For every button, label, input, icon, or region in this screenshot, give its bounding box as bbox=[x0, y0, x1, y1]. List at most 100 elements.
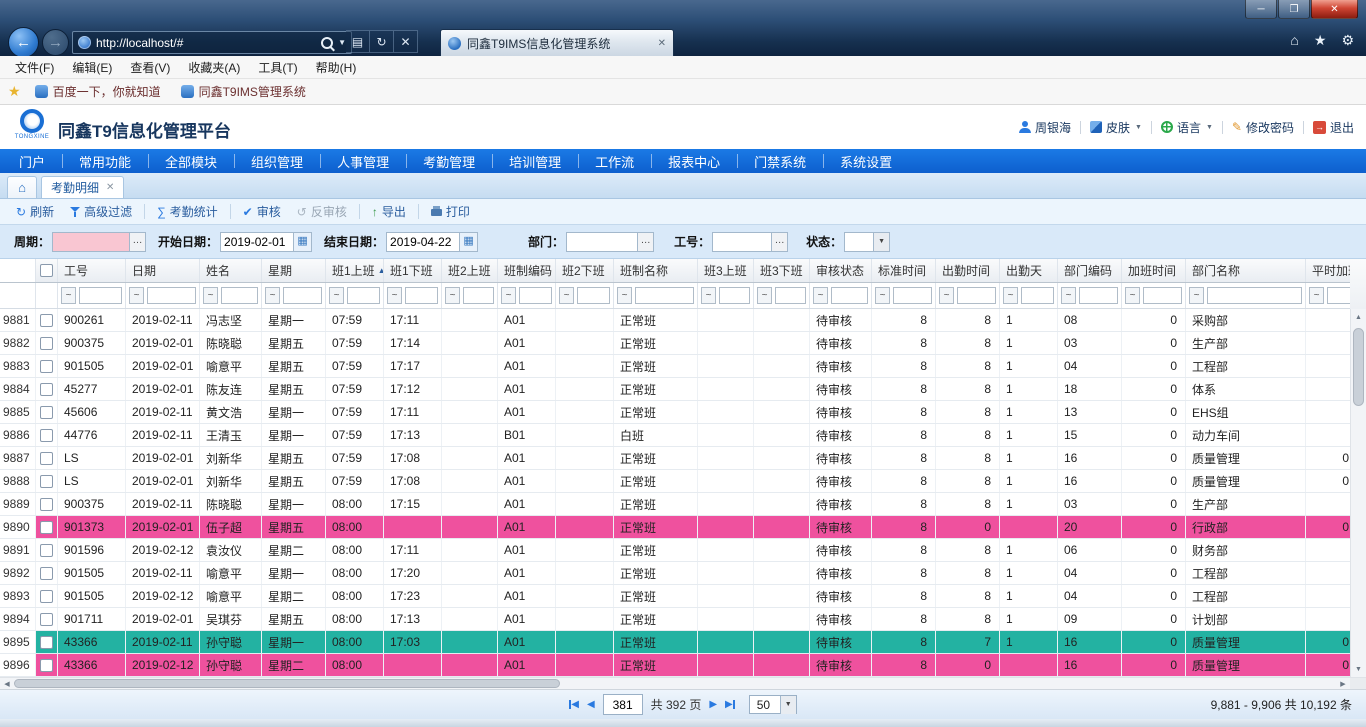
nav-menu-item[interactable]: 系统设置 bbox=[823, 149, 909, 173]
scroll-down-icon[interactable]: ▼ bbox=[1351, 661, 1366, 677]
add-favorite-star-icon[interactable]: ★ bbox=[8, 83, 21, 100]
page-size-select[interactable]: 50 ▼ bbox=[749, 695, 797, 714]
menu-item[interactable]: 收藏夹(A) bbox=[179, 59, 249, 76]
filter-operator-button[interactable]: ~ bbox=[387, 287, 402, 304]
period-field[interactable]: … bbox=[52, 232, 146, 252]
address-bar[interactable]: http://localhost/# ▼ bbox=[72, 31, 352, 54]
row-checkbox[interactable] bbox=[40, 337, 53, 350]
table-row[interactable]: 9887LS2019-02-01刘新华星期五07:5917:08A01正常班待审… bbox=[0, 447, 1350, 470]
period-input[interactable] bbox=[53, 234, 129, 250]
column-filter-input[interactable] bbox=[1207, 287, 1302, 304]
column-header[interactable]: 班3上班 bbox=[698, 259, 754, 282]
column-filter-input[interactable] bbox=[957, 287, 996, 304]
calendar-icon[interactable]: ▦ bbox=[293, 233, 311, 251]
column-header[interactable]: 班1下班 bbox=[384, 259, 442, 282]
row-checkbox[interactable] bbox=[40, 429, 53, 442]
column-filter-input[interactable] bbox=[577, 287, 610, 304]
menu-item[interactable]: 文件(F) bbox=[6, 59, 63, 76]
filter-operator-button[interactable]: ~ bbox=[559, 287, 574, 304]
column-filter-input[interactable] bbox=[775, 287, 806, 304]
column-filter-input[interactable] bbox=[147, 287, 196, 304]
column-filter-input[interactable] bbox=[519, 287, 552, 304]
filter-operator-button[interactable]: ~ bbox=[617, 287, 632, 304]
row-checkbox[interactable] bbox=[40, 544, 53, 557]
address-dropdown-icon[interactable]: ▼ bbox=[338, 38, 346, 47]
column-filter-input[interactable] bbox=[347, 287, 380, 304]
row-checkbox[interactable] bbox=[40, 314, 53, 327]
table-row[interactable]: 9895433662019-02-11孙守聪星期一08:0017:03A01正常… bbox=[0, 631, 1350, 654]
column-header[interactable]: 班1上班▲ bbox=[326, 259, 384, 282]
table-row[interactable]: 9888LS2019-02-01刘新华星期五07:5917:08A01正常班待审… bbox=[0, 470, 1350, 493]
column-filter-input[interactable] bbox=[463, 287, 494, 304]
filter-operator-button[interactable]: ~ bbox=[129, 287, 144, 304]
column-header[interactable]: 出勤天 bbox=[1000, 259, 1058, 282]
filter-operator-button[interactable]: ~ bbox=[265, 287, 280, 304]
column-header[interactable]: 标准时间 bbox=[872, 259, 936, 282]
column-header[interactable]: 星期 bbox=[262, 259, 326, 282]
close-button[interactable]: ✕ bbox=[1311, 0, 1358, 19]
column-header[interactable]: 日期 bbox=[126, 259, 200, 282]
start-date-input[interactable] bbox=[221, 234, 293, 250]
column-filter-input[interactable] bbox=[831, 287, 868, 304]
period-picker-button[interactable]: … bbox=[129, 233, 145, 251]
filter-operator-button[interactable]: ~ bbox=[1061, 287, 1076, 304]
table-row[interactable]: 9886447762019-02-11王清玉星期一07:5917:13B01白班… bbox=[0, 424, 1350, 447]
department-field[interactable]: … bbox=[566, 232, 654, 252]
filter-operator-button[interactable]: ~ bbox=[701, 287, 716, 304]
row-checkbox[interactable] bbox=[40, 360, 53, 373]
menu-item[interactable]: 编辑(E) bbox=[63, 59, 121, 76]
select-all-checkbox[interactable] bbox=[40, 264, 53, 277]
column-filter-input[interactable] bbox=[719, 287, 750, 304]
stop-icon[interactable]: ✕ bbox=[394, 30, 418, 53]
horizontal-scrollbar[interactable]: ◀ ▶ bbox=[0, 677, 1366, 690]
favorites-bar-link[interactable]: 同鑫T9IMS管理系统 bbox=[171, 83, 316, 100]
browser-forward-button[interactable]: → bbox=[42, 29, 69, 56]
status-dropdown-icon[interactable]: ▼ bbox=[873, 233, 889, 251]
search-icon[interactable] bbox=[321, 37, 333, 49]
table-row[interactable]: 9896433662019-02-12孙守聪星期二08:00A01正常班待审核8… bbox=[0, 654, 1350, 677]
row-checkbox[interactable] bbox=[40, 590, 53, 603]
nav-menu-item[interactable]: 考勤管理 bbox=[406, 149, 492, 173]
table-row[interactable]: 9885456062019-02-11黄文浩星期一07:5917:11A01正常… bbox=[0, 401, 1350, 424]
nav-menu-item[interactable]: 常用功能 bbox=[62, 149, 148, 173]
table-row[interactable]: 98839015052019-02-01喻意平星期五07:5917:17A01正… bbox=[0, 355, 1350, 378]
row-checkbox[interactable] bbox=[40, 521, 53, 534]
menu-item[interactable]: 帮助(H) bbox=[307, 59, 366, 76]
row-checkbox[interactable] bbox=[40, 659, 53, 672]
last-page-button[interactable]: ▶ bbox=[725, 699, 735, 710]
employee-no-picker-button[interactable]: … bbox=[771, 233, 787, 251]
logout-button[interactable]: → 退出 bbox=[1313, 119, 1354, 136]
table-row[interactable]: 98899003752019-02-11陈晓聪星期一08:0017:15A01正… bbox=[0, 493, 1350, 516]
column-header[interactable]: 班2下班 bbox=[556, 259, 614, 282]
row-checkbox[interactable] bbox=[40, 636, 53, 649]
change-password-button[interactable]: ✎ 修改密码 bbox=[1232, 119, 1294, 136]
row-checkbox[interactable] bbox=[40, 452, 53, 465]
home-tab[interactable]: ⌂ bbox=[7, 176, 37, 198]
department-picker-button[interactable]: … bbox=[637, 233, 653, 251]
table-row[interactable]: 9884452772019-02-01陈友连星期五07:5917:12A01正常… bbox=[0, 378, 1350, 401]
column-filter-input[interactable] bbox=[79, 287, 122, 304]
column-header[interactable]: 审核状态 bbox=[810, 259, 872, 282]
column-header[interactable]: 出勤时间 bbox=[936, 259, 1000, 282]
row-checkbox[interactable] bbox=[40, 613, 53, 626]
filter-operator-button[interactable]: ~ bbox=[203, 287, 218, 304]
nav-menu-item[interactable]: 门禁系统 bbox=[737, 149, 823, 173]
first-page-button[interactable]: ◀ bbox=[569, 699, 579, 710]
filter-operator-button[interactable]: ~ bbox=[1189, 287, 1204, 304]
filter-operator-button[interactable]: ~ bbox=[445, 287, 460, 304]
export-button[interactable]: ↑ 导出 bbox=[364, 202, 414, 222]
scroll-right-icon[interactable]: ▶ bbox=[1336, 678, 1350, 689]
nav-menu-item[interactable]: 培训管理 bbox=[492, 149, 578, 173]
column-filter-input[interactable] bbox=[1143, 287, 1182, 304]
menu-item[interactable]: 工具(T) bbox=[249, 59, 306, 76]
filter-operator-button[interactable]: ~ bbox=[329, 287, 344, 304]
favorites-star-icon[interactable]: ★ bbox=[1314, 32, 1327, 49]
nav-menu-item[interactable]: 门户 bbox=[2, 149, 62, 173]
module-tab-close-icon[interactable]: ✕ bbox=[106, 182, 114, 193]
column-header[interactable]: 部门编码 bbox=[1058, 259, 1122, 282]
column-header[interactable]: 加班时间 bbox=[1122, 259, 1186, 282]
favorites-bar-link[interactable]: 百度一下，你就知道 bbox=[25, 83, 171, 100]
table-row[interactable]: 98829003752019-02-01陈晓聪星期五07:5917:14A01正… bbox=[0, 332, 1350, 355]
column-filter-input[interactable] bbox=[635, 287, 694, 304]
current-user-menu[interactable]: 周银海 bbox=[1019, 119, 1071, 136]
